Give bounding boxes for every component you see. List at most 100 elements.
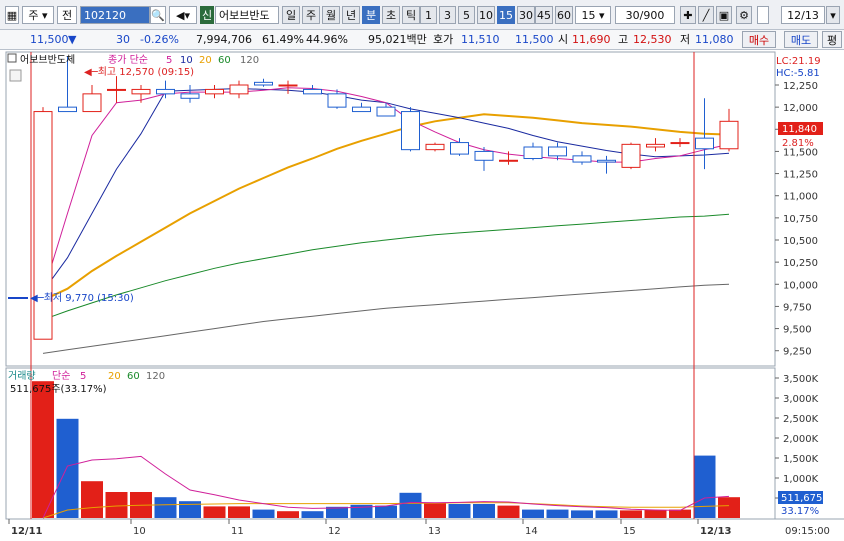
grid-menu-icon[interactable]: ▦: [5, 6, 19, 24]
candle[interactable]: [621, 142, 641, 170]
ma5-legend: 5: [166, 55, 172, 66]
crosshair-icon[interactable]: ✚: [680, 6, 696, 24]
volume-bar[interactable]: [522, 509, 544, 518]
code-search-icon[interactable]: 🔍: [150, 6, 166, 24]
price-axis-tick: 10,250: [783, 258, 818, 269]
candle[interactable]: [425, 142, 445, 152]
eval-button[interactable]: 평: [822, 31, 842, 48]
volume-bar[interactable]: [546, 509, 569, 518]
volume-bar[interactable]: [718, 497, 740, 518]
count-total: /900: [639, 9, 665, 22]
price-axis-tick: 12,000: [783, 103, 818, 114]
interval-5[interactable]: 5: [458, 6, 475, 24]
hc-value: HC:-5.81: [776, 68, 820, 79]
volume-bar[interactable]: [81, 481, 103, 518]
candle[interactable]: [33, 107, 53, 340]
count-input[interactable]: 30/900: [615, 6, 675, 24]
interval-45[interactable]: 45: [535, 6, 553, 24]
current-pct-tag: 2.81%: [782, 138, 814, 149]
volume-bar[interactable]: [424, 503, 446, 518]
min-marker: [8, 297, 28, 299]
volume-bar[interactable]: [473, 504, 495, 518]
volume-bar[interactable]: [203, 506, 226, 518]
volume-axis-tick: 1,500K: [783, 454, 819, 465]
ma60-legend: 60: [218, 55, 231, 66]
date-input[interactable]: 12/13: [781, 6, 825, 24]
volume-bar[interactable]: [154, 497, 177, 518]
tab-minute[interactable]: 분: [362, 6, 380, 24]
price-axis-tick: 9,750: [783, 302, 812, 313]
volume-bar[interactable]: [105, 492, 128, 518]
volume-bar[interactable]: [252, 509, 275, 518]
price-axis-tick: 9,500: [783, 325, 812, 336]
open-price: 11,690: [572, 33, 611, 46]
settings-icon[interactable]: ⚙: [736, 6, 752, 24]
stock-code-value: 102120: [84, 9, 126, 22]
stock-code-input[interactable]: 102120: [80, 6, 150, 24]
price-axis-tick: 10,500: [783, 236, 818, 247]
volume-bar[interactable]: [448, 504, 471, 518]
volume-bar[interactable]: [644, 510, 667, 518]
interval-15[interactable]: 15: [497, 6, 515, 24]
tab-week[interactable]: 주: [302, 6, 320, 24]
volume-bar[interactable]: [571, 510, 593, 518]
interval-10[interactable]: 10: [477, 6, 495, 24]
market-select[interactable]: 전: [57, 6, 77, 24]
interval-select[interactable]: 15 ▾: [575, 6, 611, 24]
ask-price: 11,510: [461, 33, 500, 46]
price-axis-tick: 11,000: [783, 192, 818, 203]
price-axis-tick: 10,750: [783, 214, 818, 225]
chart-type-value: 주: [28, 9, 39, 22]
vol-ma20-legend: 20: [108, 371, 121, 382]
interval-60[interactable]: 60: [555, 6, 573, 24]
interval-30[interactable]: 30: [517, 6, 535, 24]
tab-second[interactable]: 초: [382, 6, 400, 24]
tab-year[interactable]: 년: [342, 6, 360, 24]
price-change: 30: [116, 33, 130, 46]
ma120-legend: 120: [240, 55, 259, 66]
volume-bar[interactable]: [56, 418, 79, 518]
price-axis-tick: 10,000: [783, 280, 818, 291]
calendar-icon[interactable]: ▾: [826, 6, 840, 24]
price-change-pct: -0.26%: [140, 33, 179, 46]
date-checkbox[interactable]: [757, 6, 769, 24]
time-axis-label: 15: [623, 526, 636, 537]
tab-tick[interactable]: 틱: [402, 6, 420, 24]
max-price-annotation: ◀─최고 12,570 (09:15): [84, 66, 194, 78]
bid-price: 11,500: [515, 33, 554, 46]
grid-toggle-icon[interactable]: [9, 69, 22, 82]
volume-bar[interactable]: [620, 510, 642, 518]
volume-axis-tick: 3,000K: [783, 394, 819, 405]
high-price: 12,530: [633, 33, 672, 46]
interval-3[interactable]: 3: [439, 6, 456, 24]
tab-month[interactable]: 월: [322, 6, 340, 24]
volume-bar[interactable]: [228, 506, 250, 518]
price-pane-title: 어보브반도체: [20, 54, 75, 66]
sound-icon[interactable]: ◀▾: [169, 6, 197, 24]
sell-button[interactable]: 매도: [784, 31, 818, 48]
volume-bar[interactable]: [179, 501, 201, 518]
stock-chart[interactable]: 12,25012,00011,75011,50011,25011,00010,7…: [0, 50, 844, 541]
draw-line-icon[interactable]: ╱: [698, 6, 714, 24]
time-axis-label: 13: [428, 526, 441, 537]
stock-badge: 신: [200, 6, 214, 24]
tab-day[interactable]: 일: [282, 6, 300, 24]
volume-bar[interactable]: [301, 511, 324, 518]
volume-bar[interactable]: [399, 492, 422, 518]
price-axis-tick: 11,500: [783, 147, 818, 158]
quote-bar: 11,500 ▼ 30 -0.26% 7,994,706 61.49% 44.9…: [0, 30, 844, 50]
time-axis-label: 12/13: [700, 526, 732, 537]
volume-bar[interactable]: [693, 455, 716, 518]
volume-bar[interactable]: [32, 381, 54, 518]
chart-type-select[interactable]: 주 ▾: [22, 6, 54, 24]
volume-bar[interactable]: [277, 511, 299, 518]
interval-1[interactable]: 1: [420, 6, 437, 24]
volume-bar[interactable]: [595, 510, 618, 518]
ratio-1: 61.49%: [262, 33, 304, 46]
volume-bar[interactable]: [497, 505, 520, 518]
time-axis-label: 14: [525, 526, 538, 537]
candle[interactable]: [401, 107, 420, 152]
save-icon[interactable]: ▣: [716, 6, 732, 24]
buy-button[interactable]: 매수: [742, 31, 776, 48]
volume-bar[interactable]: [375, 505, 397, 518]
